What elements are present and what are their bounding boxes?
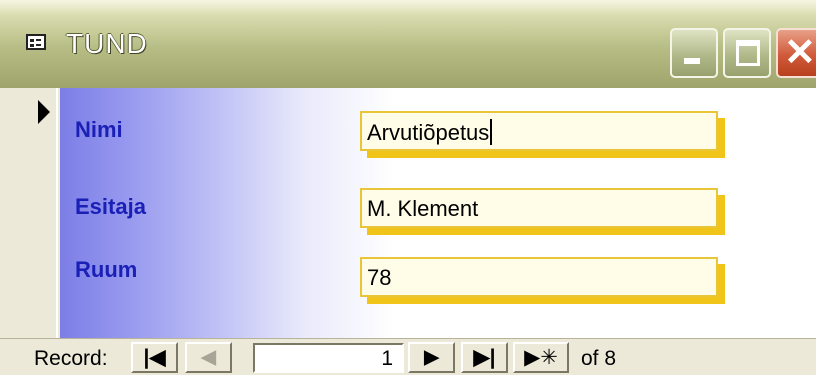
record-label: Record: [34,347,108,370]
record-count: of 8 [581,347,617,370]
first-record-icon: |◀ [143,346,166,369]
new-record-icon: ▶✳ [524,346,558,369]
current-record-value: 1 [381,347,393,370]
last-record-icon: ▶| [473,346,496,369]
title-bar[interactable]: TUND ✕ [0,0,816,88]
form-window: TUND ✕ Nimi Arvutiõpetus Esitaja M. Klem… [0,0,816,375]
maximize-icon [736,40,760,66]
next-record-button[interactable]: ▶ [408,342,455,373]
nimi-label: Nimi [75,117,123,142]
current-record-input[interactable]: 1 [253,343,404,373]
current-record-arrow-icon [38,100,50,124]
nimi-field[interactable]: Arvutiõpetus [360,111,718,151]
minimize-button[interactable] [670,28,718,78]
form-icon[interactable] [26,34,46,50]
ruum-value: 78 [367,265,392,290]
record-selector[interactable] [0,88,58,338]
ruum-label: Ruum [75,257,138,282]
nimi-value: Arvutiõpetus [367,120,490,145]
ruum-field[interactable]: 78 [360,257,718,297]
record-navigation-bar: Record: |◀ ◀ 1 ▶ ▶| ▶✳ of 8 [0,338,816,375]
esitaja-field[interactable]: M. Klement [360,188,718,228]
first-record-button[interactable]: |◀ [131,342,178,373]
previous-record-icon: ◀ [201,347,216,368]
text-caret [490,119,493,145]
new-record-button[interactable]: ▶✳ [513,342,569,373]
next-record-icon: ▶ [424,347,439,368]
previous-record-button[interactable]: ◀ [185,342,232,373]
close-icon: ✕ [784,32,816,74]
close-button[interactable]: ✕ [776,28,816,78]
esitaja-value: M. Klement [367,196,479,221]
last-record-button[interactable]: ▶| [461,342,508,373]
esitaja-label: Esitaja [75,194,146,219]
minimize-icon [684,58,700,64]
window-title: TUND [66,28,148,59]
maximize-button[interactable] [723,28,771,78]
